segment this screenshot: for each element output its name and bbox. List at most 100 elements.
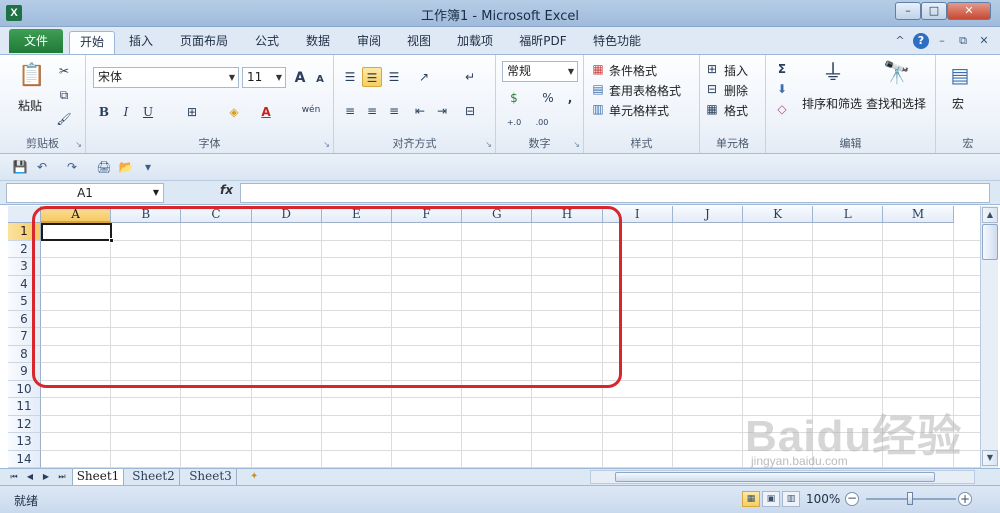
align-center-icon[interactable]: ≡ <box>362 101 382 121</box>
next-sheet-icon[interactable]: ▶ <box>40 471 52 483</box>
column-header-m[interactable]: M <box>883 206 954 223</box>
scroll-up-icon[interactable]: ▲ <box>982 207 998 223</box>
page-layout-view-icon[interactable]: ▣ <box>762 491 780 507</box>
paste-icon[interactable]: 📋 <box>18 61 46 93</box>
page-break-view-icon[interactable]: ▥ <box>782 491 800 507</box>
shrink-font-button[interactable]: A <box>310 70 330 90</box>
zoom-level[interactable]: 100% <box>806 492 840 506</box>
align-left-icon[interactable]: ≡ <box>340 101 360 121</box>
name-box[interactable]: A1 ▼ <box>6 183 164 203</box>
clear-icon[interactable]: ◇ <box>772 99 792 119</box>
tab-file[interactable]: 文件 <box>9 29 63 53</box>
insert-cells-icon[interactable]: ⊞ <box>704 59 720 79</box>
cell-styles-button[interactable]: 单元格样式 <box>609 102 669 119</box>
tab-foxit-pdf[interactable]: 福昕PDF <box>510 31 576 54</box>
fill-color-icon[interactable]: ◈ <box>224 102 244 122</box>
paste-button[interactable]: 粘贴 <box>18 97 42 114</box>
delete-cells-icon[interactable]: ⊟ <box>704 79 720 99</box>
normal-view-icon[interactable]: ▦ <box>742 491 760 507</box>
help-icon[interactable]: ? <box>913 33 929 49</box>
sheet-tab-1[interactable]: Sheet1 <box>72 469 124 485</box>
tab-view[interactable]: 视图 <box>397 31 441 54</box>
find-select-button[interactable]: 查找和选择 <box>866 95 926 112</box>
phonetic-guide-button[interactable]: wén <box>298 100 324 120</box>
row-header-14[interactable]: 14 <box>8 450 41 468</box>
chevron-down-icon[interactable]: ▼ <box>153 184 159 202</box>
close-workbook-icon[interactable]: ✕ <box>976 33 992 49</box>
column-header-l[interactable]: L <box>813 206 884 223</box>
dialog-launcher-icon[interactable]: ↘ <box>323 140 330 149</box>
format-painter-icon[interactable]: 🖌 <box>54 109 74 129</box>
restore-workbook-icon[interactable]: ⧉ <box>955 33 971 49</box>
dialog-launcher-icon[interactable]: ↘ <box>573 140 580 149</box>
format-cells-icon[interactable]: ▦ <box>704 99 720 119</box>
increase-indent-icon[interactable]: ⇥ <box>432 101 452 121</box>
increase-decimal-button[interactable]: +.0 <box>502 113 526 133</box>
sort-filter-icon[interactable]: ⏚ <box>818 59 848 91</box>
autosum-button[interactable]: Σ <box>772 59 792 79</box>
collapse-ribbon-icon[interactable]: ^ <box>892 33 908 49</box>
insert-cells-button[interactable]: 插入 <box>724 62 748 79</box>
percent-button[interactable]: % <box>538 88 558 108</box>
conditional-format-button[interactable]: 条件格式 <box>609 62 657 79</box>
horizontal-scroll-thumb[interactable] <box>615 472 935 482</box>
font-color-button[interactable]: A <box>256 102 276 122</box>
last-sheet-icon[interactable]: ⏭ <box>56 471 68 483</box>
customize-qat-icon[interactable]: ▾ <box>140 159 156 175</box>
tab-insert[interactable]: 插入 <box>121 31 161 54</box>
align-right-icon[interactable]: ≡ <box>384 101 404 121</box>
format-as-table-icon[interactable]: ▤ <box>590 79 606 99</box>
font-size-select[interactable]: 11 ▼ <box>242 67 286 88</box>
fill-icon[interactable]: ⬇ <box>772 79 792 99</box>
number-format-select[interactable]: 常规 ▼ <box>502 61 578 82</box>
copy-icon[interactable]: ⧉ <box>54 85 74 105</box>
zoom-in-button[interactable]: + <box>958 492 972 506</box>
dialog-launcher-icon[interactable]: ↘ <box>485 140 492 149</box>
merge-center-icon[interactable]: ⊟ <box>460 101 480 121</box>
scroll-down-icon[interactable]: ▼ <box>982 450 998 466</box>
min-workbook-icon[interactable]: – <box>934 33 950 49</box>
underline-button[interactable]: U <box>138 102 158 122</box>
insert-sheet-icon[interactable]: ✦ <box>250 471 264 483</box>
cut-icon[interactable]: ✂ <box>54 61 74 81</box>
decrease-decimal-button[interactable]: .00 <box>530 113 554 133</box>
tab-formulas[interactable]: 公式 <box>245 31 289 54</box>
worksheet-grid[interactable]: ABCDEFGHIJKLM 1 2 3 4 5 6 7 8 9 10 11 12 13 14 <box>8 206 980 468</box>
grow-font-button[interactable]: A <box>290 68 310 88</box>
currency-icon[interactable]: $ <box>504 88 524 108</box>
print-preview-icon[interactable]: 🖨 <box>96 159 112 175</box>
align-top-icon[interactable]: ☰ <box>340 67 360 87</box>
row-header-12[interactable]: 12 <box>8 415 41 433</box>
decrease-indent-icon[interactable]: ⇤ <box>410 101 430 121</box>
comma-button[interactable]: , <box>560 88 580 108</box>
tab-home[interactable]: 开始 <box>69 31 115 54</box>
tab-data[interactable]: 数据 <box>296 31 340 54</box>
bold-button[interactable]: B <box>94 102 114 122</box>
macros-icon[interactable]: ▤ <box>946 61 974 91</box>
sheet-tab-2[interactable]: Sheet2 <box>128 469 180 485</box>
formula-input[interactable] <box>240 183 990 203</box>
maximize-button[interactable]: □ <box>921 2 947 20</box>
zoom-slider-thumb[interactable] <box>907 492 913 505</box>
macros-button[interactable]: 宏 <box>952 95 964 112</box>
conditional-format-icon[interactable]: ▦ <box>590 59 606 79</box>
row-header-13[interactable]: 13 <box>8 433 41 451</box>
zoom-out-button[interactable]: − <box>845 492 859 506</box>
cell-styles-icon[interactable]: ▥ <box>590 99 606 119</box>
sheet-tab-3[interactable]: Sheet3 <box>185 469 237 485</box>
minimize-button[interactable]: – <box>895 2 921 20</box>
row-header-11[interactable]: 11 <box>8 398 41 416</box>
orientation-icon[interactable]: ↗ <box>414 67 434 87</box>
dialog-launcher-icon[interactable]: ↘ <box>75 140 82 149</box>
tab-addins[interactable]: 加载项 <box>448 31 502 54</box>
wrap-text-icon[interactable]: ↵ <box>460 67 480 87</box>
italic-button[interactable]: I <box>116 102 136 122</box>
align-middle-icon[interactable]: ☰ <box>362 67 382 87</box>
horizontal-scrollbar[interactable] <box>590 470 975 484</box>
open-icon[interactable]: 📂 <box>118 159 134 175</box>
find-select-icon[interactable]: 🔭 <box>882 59 912 91</box>
borders-icon[interactable]: ⊞ <box>182 102 202 122</box>
vertical-scrollbar[interactable]: ▲ ▼ <box>980 206 998 468</box>
delete-cells-button[interactable]: 删除 <box>724 82 748 99</box>
format-cells-button[interactable]: 格式 <box>724 102 748 119</box>
